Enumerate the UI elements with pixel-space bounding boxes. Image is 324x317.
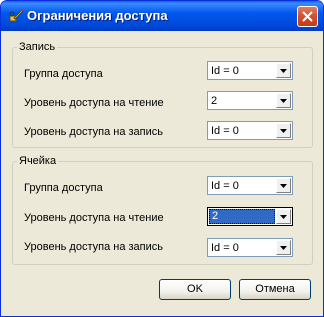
select-value: 2 [211,95,218,107]
read-level-label: Уровень доступа на чтение [24,212,164,224]
group-legend: Ячейка [17,154,59,168]
read-level-label: Уровень доступа на чтение [24,97,164,109]
write-level-select[interactable]: Id = 0 [207,238,293,257]
window-title: Ограничения доступа [27,8,168,23]
dropdown-button[interactable] [276,63,291,78]
select-value: Id = 0 [211,242,239,254]
cancel-button[interactable]: Отмена [239,279,311,300]
close-button[interactable] [297,6,318,27]
dropdown-button[interactable] [276,209,291,224]
read-level-select[interactable]: 2 [207,207,293,226]
access-group-label: Группа доступа [24,182,103,194]
write-level-label: Уровень доступа на запись [24,241,163,253]
select-value: Id = 0 [211,180,239,192]
dropdown-button[interactable] [276,93,291,108]
select-value: Id = 0 [211,125,239,137]
select-value: 2 [209,209,275,224]
select-value: Id = 0 [211,65,239,77]
access-restrictions-dialog: Ограничения доступа Запись Группа доступ… [0,0,324,317]
dropdown-button[interactable] [276,178,291,193]
write-level-select[interactable]: Id = 0 [207,121,293,140]
write-level-label: Уровень доступа на запись [24,126,163,138]
access-group-label: Группа доступа [24,68,103,80]
access-group-select[interactable]: Id = 0 [207,176,293,195]
group-legend: Запись [17,40,58,54]
dropdown-button[interactable] [276,123,291,138]
dropdown-button[interactable] [276,240,291,255]
pencil-key-icon [8,7,24,23]
ok-button[interactable]: OK [159,279,231,300]
access-group-select[interactable]: Id = 0 [207,61,293,80]
title-bar[interactable]: Ограничения доступа [1,1,323,31]
read-level-select[interactable]: 2 [207,91,293,110]
